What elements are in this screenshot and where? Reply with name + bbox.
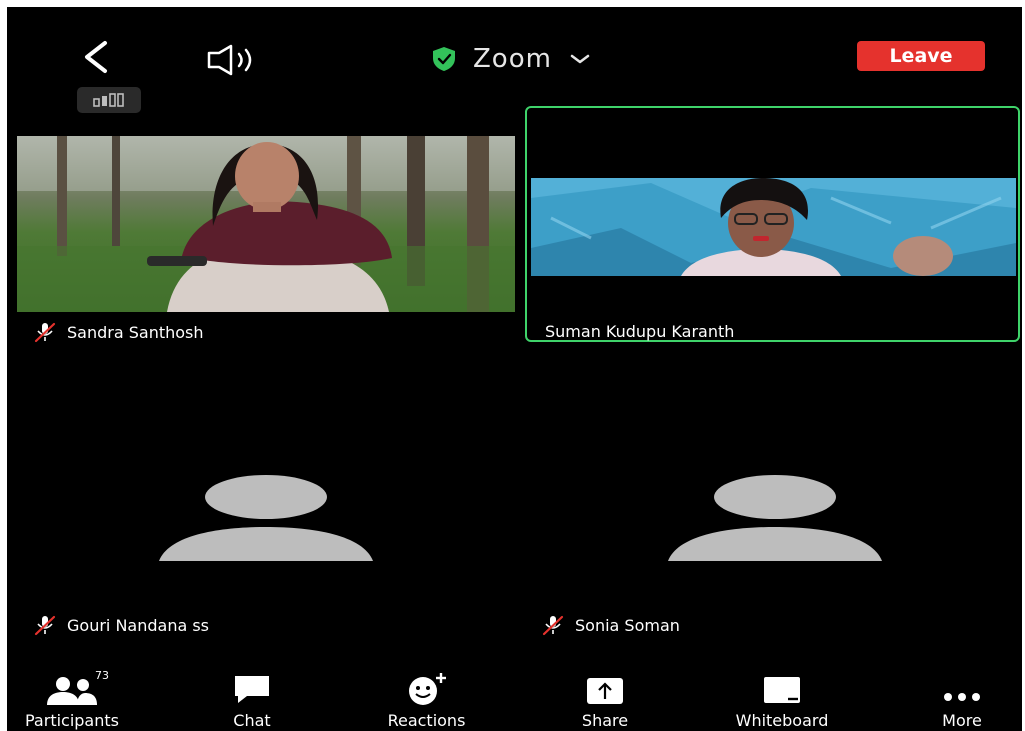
share-icon-wrap xyxy=(586,671,624,705)
participant-name-row: Gouri Nandana ss xyxy=(33,614,209,636)
meeting-toolbar: 73 Participants Chat Reactions Share Whi… xyxy=(7,669,1022,731)
chevron-down-icon xyxy=(570,54,590,64)
meeting-title: Zoom xyxy=(473,44,552,74)
avatar-placeholder xyxy=(159,475,373,565)
back-icon[interactable] xyxy=(77,37,117,77)
participant-name: Gouri Nandana ss xyxy=(67,615,210,635)
speaker-icon[interactable] xyxy=(205,43,279,77)
more-label: More xyxy=(942,711,982,730)
whiteboard-button[interactable]: Whiteboard xyxy=(712,671,852,731)
participant-video-suman xyxy=(531,178,1016,276)
video-feed-outdoor xyxy=(17,136,515,312)
person-silhouette-icon xyxy=(159,475,373,561)
avatar-placeholder xyxy=(668,475,882,565)
participants-label: Participants xyxy=(25,711,119,730)
chat-label: Chat xyxy=(233,711,271,730)
participants-count-badge: 73 xyxy=(95,669,109,682)
more-icon xyxy=(944,693,980,701)
whiteboard-icon-wrap xyxy=(762,671,802,705)
participant-tile-suman-active-speaker[interactable]: Suman Kudupu Karanth xyxy=(525,106,1020,342)
chat-icon-wrap xyxy=(232,671,272,705)
participants-icon xyxy=(47,677,97,705)
participant-name-row: Sandra Santhosh xyxy=(33,321,204,343)
mic-off-icon xyxy=(542,615,564,636)
meeting-title-dropdown[interactable]: Zoom xyxy=(429,39,592,79)
signal-bars-icon xyxy=(93,93,124,107)
more-button[interactable]: More xyxy=(922,671,1002,731)
participant-video-sandra[interactable] xyxy=(17,136,515,312)
participant-name: Sandra Santhosh xyxy=(67,322,204,342)
reactions-icon-wrap xyxy=(405,671,449,705)
share-button[interactable]: Share xyxy=(565,671,645,731)
reactions-label: Reactions xyxy=(387,711,466,730)
mic-off-icon xyxy=(34,615,56,636)
participant-name: Sonia Soman xyxy=(575,615,680,635)
whiteboard-label: Whiteboard xyxy=(735,711,829,730)
more-icon-wrap xyxy=(940,671,984,705)
mic-off-icon xyxy=(34,322,56,343)
reactions-button[interactable]: Reactions xyxy=(369,671,484,731)
reactions-icon xyxy=(408,673,446,705)
leave-button[interactable]: Leave xyxy=(857,41,985,71)
shield-check-icon xyxy=(433,47,455,71)
whiteboard-icon xyxy=(764,677,800,703)
chat-button[interactable]: Chat xyxy=(212,671,292,731)
chat-icon xyxy=(235,676,269,703)
share-icon xyxy=(587,678,623,704)
person-silhouette-icon xyxy=(668,475,882,561)
participants-button[interactable]: 73 Participants xyxy=(7,669,137,731)
meeting-screen: Zoom Leave Sandra Santhosh Suman Kudupu … xyxy=(7,7,1022,731)
video-feed-indoor xyxy=(531,178,1016,276)
connection-signal[interactable] xyxy=(77,87,141,113)
participant-name-row: Suman Kudupu Karanth xyxy=(545,322,734,341)
participant-name: Suman Kudupu Karanth xyxy=(545,322,735,341)
share-label: Share xyxy=(581,711,629,730)
participants-icon-wrap: 73 xyxy=(43,669,109,705)
participant-name-row: Sonia Soman xyxy=(541,614,680,636)
